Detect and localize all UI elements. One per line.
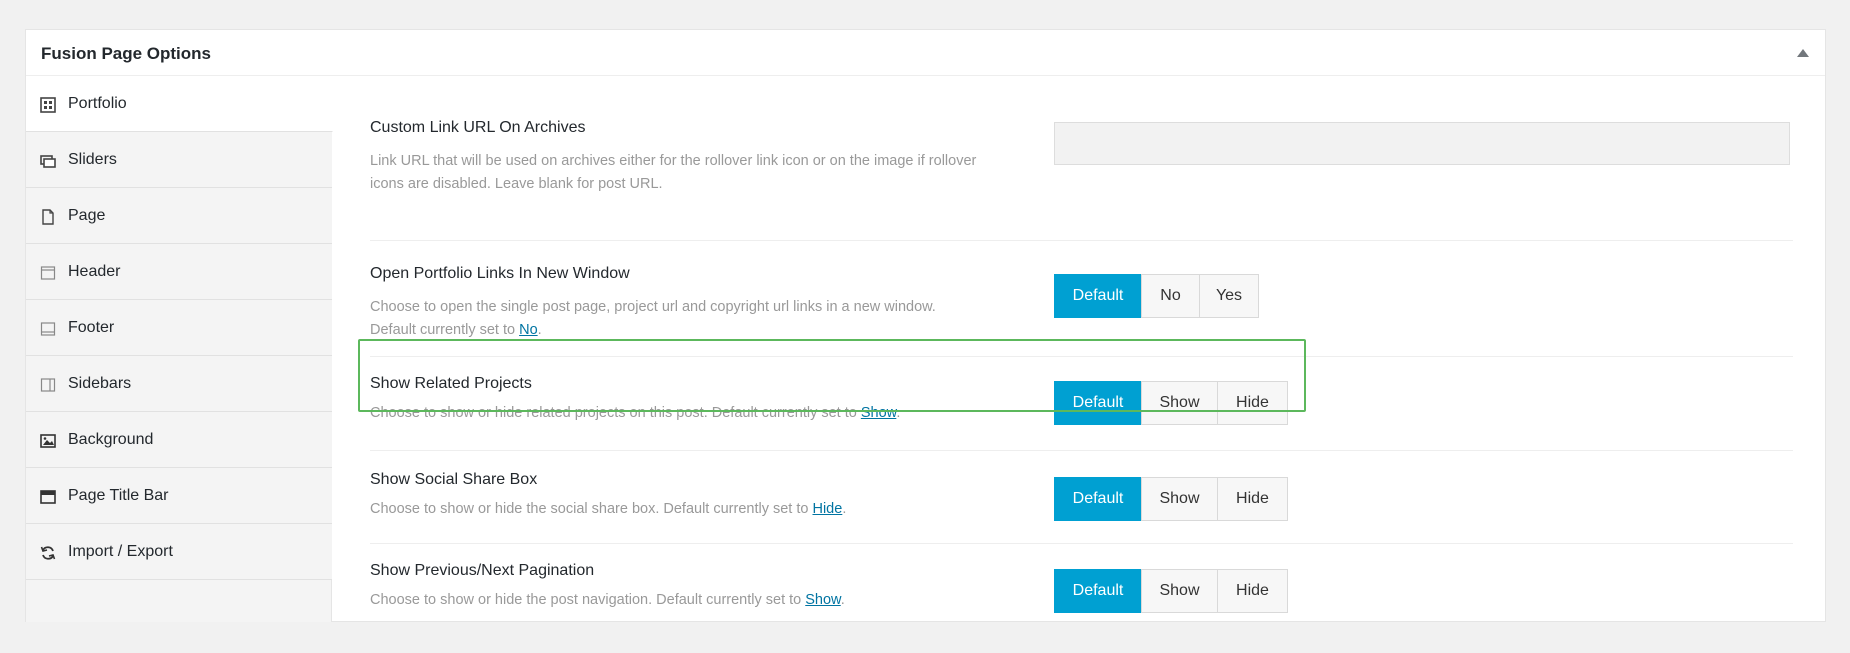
option-description: Choose to open the single post page, pro… <box>370 296 1030 342</box>
description-text: . <box>896 405 901 421</box>
default-value-link[interactable]: Show <box>805 592 840 608</box>
custom-link-url-input[interactable] <box>1054 122 1790 165</box>
option-title: Open Portfolio Links In New Window <box>370 265 630 282</box>
sidebar-item-label: Import / Export <box>68 543 173 560</box>
sidebar-item-page[interactable]: Page <box>26 188 332 244</box>
sidebar-item-page-title-bar[interactable]: Page Title Bar <box>26 468 332 524</box>
panel-title: Fusion Page Options <box>41 44 212 63</box>
option-row-pagination: Show Previous/Next Pagination Choose to … <box>370 544 1793 622</box>
option-description: Link URL that will be used on archives e… <box>370 150 1030 196</box>
page-title-bar-icon <box>40 489 56 505</box>
sidebar-item-label: Page <box>68 207 106 224</box>
default-button[interactable]: Default <box>1054 569 1142 613</box>
sidebar-item-footer[interactable]: Footer <box>26 300 332 356</box>
page-icon <box>40 209 56 225</box>
option-row-related-projects: Show Related Projects Choose to show or … <box>370 357 1793 451</box>
panel-header: Fusion Page Options <box>26 30 1825 76</box>
yes-button[interactable]: Yes <box>1199 274 1259 318</box>
option-description-line: Link URL that will be used on archives e… <box>370 153 977 169</box>
sidebar-item-label: Page Title Bar <box>68 487 169 504</box>
sidebar-item-sliders[interactable]: Sliders <box>26 132 332 188</box>
option-row-social-share: Show Social Share Box Choose to show or … <box>370 451 1793 544</box>
description-text: Choose to show or hide the social share … <box>370 501 813 517</box>
option-description-line: Default currently set to No. <box>370 319 1030 342</box>
show-button[interactable]: Show <box>1141 381 1218 425</box>
import-export-icon <box>40 545 56 561</box>
sidebars-icon <box>40 377 56 393</box>
sidebar-item-label: Footer <box>68 319 115 336</box>
option-row-new-window: Open Portfolio Links In New Window Choos… <box>370 241 1793 357</box>
footer-icon <box>40 321 56 337</box>
related-projects-button-group: Default Show Hide <box>1054 381 1288 425</box>
hide-button[interactable]: Hide <box>1217 569 1288 613</box>
description-text: Choose to show or hide the post navigati… <box>370 592 806 608</box>
default-value-link[interactable]: Hide <box>812 501 842 517</box>
no-button[interactable]: No <box>1141 274 1200 318</box>
description-text: Default currently set to <box>370 322 520 338</box>
default-value-link[interactable]: No <box>519 322 538 338</box>
pagination-button-group: Default Show Hide <box>1054 569 1288 613</box>
option-description-line: Choose to open the single post page, pro… <box>370 299 936 315</box>
option-title: Show Social Share Box <box>370 471 538 488</box>
option-description-line: icons are disabled. Leave blank for post… <box>370 176 663 192</box>
default-button[interactable]: Default <box>1054 381 1142 425</box>
options-content: Custom Link URL On Archives Link URL tha… <box>332 76 1825 621</box>
fusion-page-options-panel: Fusion Page Options Portfolio Sliders Pa… <box>25 29 1826 622</box>
background-icon <box>40 433 56 449</box>
option-title: Show Previous/Next Pagination <box>370 562 595 579</box>
description-text: . <box>840 592 845 608</box>
sliders-icon <box>40 153 56 169</box>
social-share-button-group: Default Show Hide <box>1054 477 1288 521</box>
description-text: . <box>842 501 847 517</box>
sidebar-item-background[interactable]: Background <box>26 412 332 468</box>
option-title: Custom Link URL On Archives <box>370 119 586 136</box>
sidebar-item-header[interactable]: Header <box>26 244 332 300</box>
sidebar-item-label: Header <box>68 263 121 280</box>
description-text: Choose to show or hide related projects … <box>370 405 861 421</box>
description-text: . <box>537 322 542 338</box>
sidebar-item-label: Portfolio <box>68 95 127 112</box>
sidebar-item-label: Sidebars <box>68 375 132 392</box>
hide-button[interactable]: Hide <box>1217 381 1288 425</box>
option-row-custom-link: Custom Link URL On Archives Link URL tha… <box>370 76 1793 241</box>
sidebar-item-portfolio[interactable]: Portfolio <box>26 76 333 132</box>
portfolio-icon <box>40 97 56 113</box>
sidebar-item-import-export[interactable]: Import / Export <box>26 524 332 580</box>
show-button[interactable]: Show <box>1141 477 1218 521</box>
sidebar-item-label: Background <box>68 431 154 448</box>
options-sidebar: Portfolio Sliders Page Header Footer Sid… <box>26 76 333 622</box>
option-title: Show Related Projects <box>370 375 532 392</box>
header-icon <box>40 265 56 281</box>
default-value-link[interactable]: Show <box>861 405 896 421</box>
new-window-button-group: Default No Yes <box>1054 274 1259 318</box>
option-description: Choose to show or hide the social share … <box>370 498 1070 521</box>
collapse-arrow-icon[interactable] <box>1797 49 1809 57</box>
default-button[interactable]: Default <box>1054 477 1142 521</box>
hide-button[interactable]: Hide <box>1217 477 1288 521</box>
option-description: Choose to show or hide the post navigati… <box>370 589 1070 612</box>
sidebar-item-label: Sliders <box>68 151 117 168</box>
option-description: Choose to show or hide related projects … <box>370 402 1070 425</box>
default-button[interactable]: Default <box>1054 274 1142 318</box>
sidebar-item-sidebars[interactable]: Sidebars <box>26 356 332 412</box>
show-button[interactable]: Show <box>1141 569 1218 613</box>
